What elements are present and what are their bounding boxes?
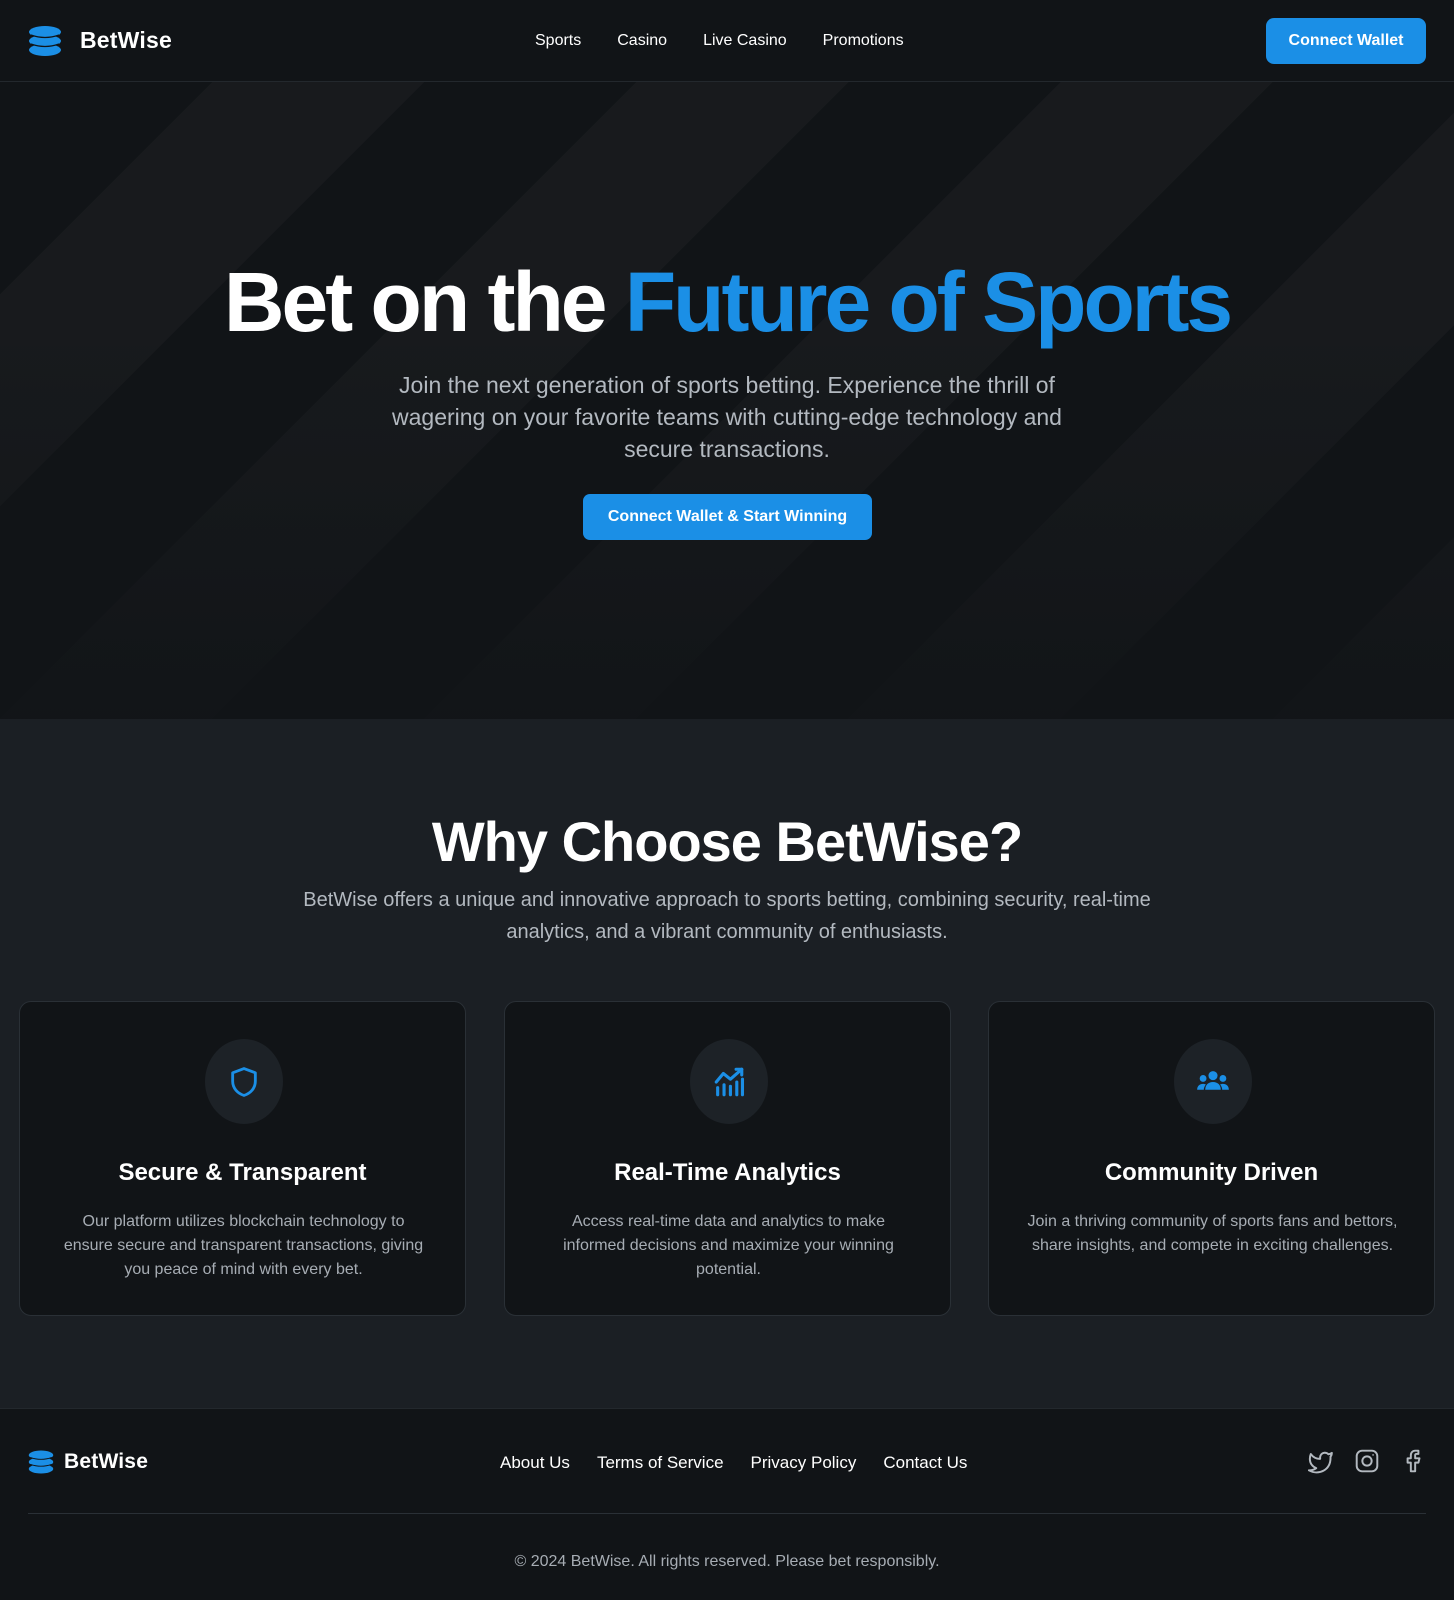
footer-link-terms[interactable]: Terms of Service — [597, 1453, 724, 1473]
feature-card-text: Join a thriving community of sports fans… — [1027, 1213, 1398, 1254]
footer-divider — [28, 1513, 1426, 1514]
feature-card-text: Our platform utilizes blockchain technol… — [63, 1213, 424, 1278]
feature-card-title: Community Driven — [1104, 1159, 1319, 1186]
feature-card-secure: Secure & Transparent Our platform utiliz… — [19, 1001, 466, 1316]
features-title: Why Choose BetWise? — [431, 810, 1023, 873]
stacked-coins-icon — [28, 1450, 54, 1474]
top-navigation: BetWise Sports Casino Live Casino Promot… — [0, 0, 1454, 82]
users-icon — [1197, 1070, 1229, 1090]
hero-title-main: Bet on the — [223, 255, 625, 349]
social-links — [1308, 1447, 1426, 1475]
features-section: Why Choose BetWise? BetWise offers a uni… — [0, 719, 1454, 1408]
feature-icon-badge — [1174, 1039, 1252, 1124]
footer-nav: About Us Terms of Service Privacy Policy… — [500, 1453, 967, 1473]
feature-card-title: Secure & Transparent — [118, 1159, 367, 1186]
footer-brand[interactable]: BetWise — [28, 1449, 148, 1475]
nav-promotions[interactable]: Promotions — [823, 32, 904, 50]
hero-subtitle: Join the next generation of sports betti… — [392, 372, 1062, 462]
footer-link-contact[interactable]: Contact Us — [883, 1453, 967, 1473]
footer-brand-name: BetWise — [64, 1450, 149, 1473]
feature-card-analytics: Real-Time Analytics Access real-time dat… — [504, 1001, 951, 1316]
hero-title-accent: Future of Sports — [624, 255, 1233, 349]
stacked-coins-icon — [29, 25, 61, 56]
feature-icon-badge — [205, 1039, 283, 1124]
hero-title: Bet on the Future of Sports — [0, 260, 1454, 344]
feature-card-community: Community Driven Join a thriving communi… — [988, 1001, 1435, 1316]
footer-link-about[interactable]: About Us — [500, 1453, 570, 1473]
shield-icon — [231, 1066, 257, 1097]
twitter-icon[interactable] — [1308, 1447, 1334, 1475]
nav-live-casino[interactable]: Live Casino — [703, 32, 787, 50]
footer: BetWise About Us Terms of Service Privac… — [0, 1408, 1454, 1600]
chart-icon — [714, 1067, 745, 1096]
feature-card-title: Real-Time Analytics — [614, 1159, 841, 1186]
feature-icon-badge — [690, 1039, 768, 1124]
nav-sports[interactable]: Sports — [535, 32, 581, 50]
facebook-icon[interactable] — [1400, 1447, 1426, 1475]
hero-section: Bet on the Future of Sports Join the nex… — [0, 82, 1454, 719]
nav-casino[interactable]: Casino — [617, 32, 667, 50]
copyright-text: © 2024 BetWise. All rights reserved. Ple… — [514, 1553, 940, 1570]
brand[interactable]: BetWise — [28, 24, 172, 58]
main-nav: Sports Casino Live Casino Promotions — [535, 0, 904, 82]
hero-cta-button[interactable]: Connect Wallet & Start Winning — [583, 494, 872, 540]
page: BetWise Sports Casino Live Casino Promot… — [0, 0, 1454, 1600]
brand-name: BetWise — [80, 27, 172, 53]
feature-card-text: Access real-time data and analytics to m… — [563, 1213, 894, 1278]
features-subtitle: BetWise offers a unique and innovative a… — [303, 889, 1151, 943]
connect-wallet-button[interactable]: Connect Wallet — [1266, 18, 1426, 64]
instagram-icon[interactable] — [1354, 1447, 1380, 1475]
footer-link-privacy[interactable]: Privacy Policy — [751, 1453, 857, 1473]
